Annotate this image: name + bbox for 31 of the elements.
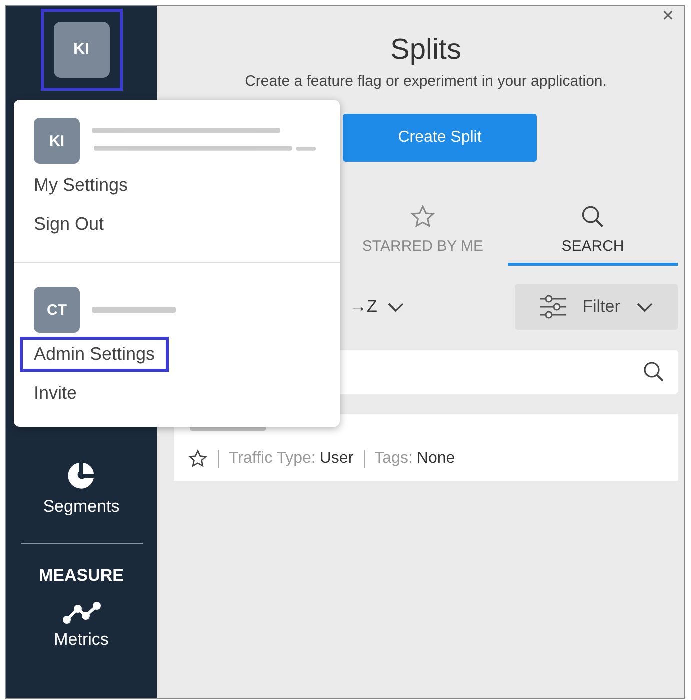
menu-item[interactable]: Admin Settings	[20, 337, 170, 372]
close-button[interactable]: ×	[658, 6, 678, 26]
split-card[interactable]: Traffic Type: User Tags: None	[174, 414, 678, 481]
tags-label: Tags:	[374, 450, 413, 468]
menu-item[interactable]: Sign Out	[20, 207, 118, 242]
tab[interactable]: SEARCH	[508, 196, 678, 266]
sort-dropdown[interactable]: →Z	[344, 296, 412, 318]
tags-value: None	[416, 450, 456, 468]
filter-button[interactable]: Filter	[515, 284, 678, 330]
traffic-type-value: User	[320, 450, 354, 468]
search-icon	[642, 360, 666, 384]
sliders-icon	[538, 294, 567, 320]
chevron-down-icon	[636, 301, 654, 313]
search-icon	[580, 204, 606, 230]
section-heading: MEASURE	[38, 566, 124, 586]
star-icon	[410, 204, 436, 230]
line-chart-icon	[62, 602, 100, 624]
nav-item[interactable]: Metrics	[54, 630, 109, 650]
pie-chart-icon	[66, 461, 96, 491]
create-split-button[interactable]: Create Split	[343, 114, 537, 162]
nav-item[interactable]: Segments	[43, 497, 120, 517]
star-icon[interactable]	[188, 449, 208, 469]
page-title: Splits	[390, 34, 462, 67]
user-avatar: KI	[34, 118, 80, 164]
menu-item[interactable]: Invite	[20, 376, 92, 411]
menu-item[interactable]: My Settings	[20, 168, 142, 203]
avatar-button[interactable]: KI	[54, 22, 110, 78]
organization-avatar: CT	[34, 287, 80, 333]
traffic-type-label: Traffic Type:	[229, 450, 316, 468]
page-subtitle: Create a feature flag or experiment in your application.	[244, 73, 608, 90]
chevron-down-icon	[387, 301, 406, 313]
